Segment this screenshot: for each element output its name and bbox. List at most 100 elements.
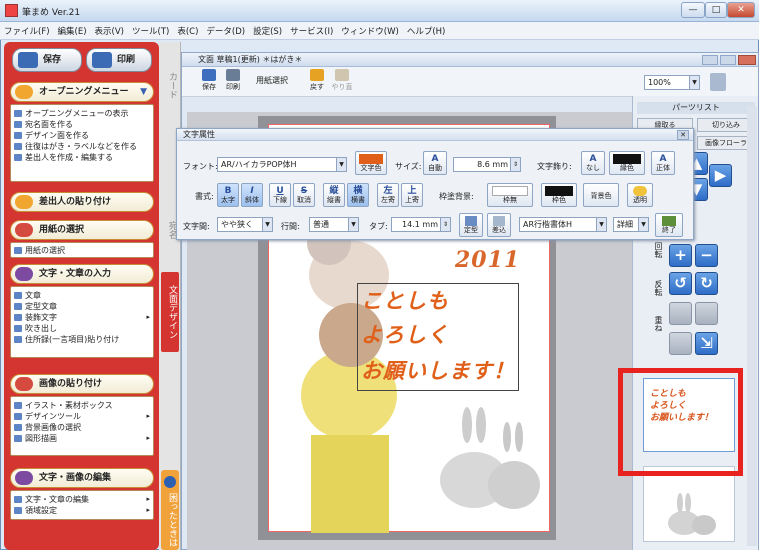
menu-item-paper-select[interactable]: 用紙の選択	[11, 245, 153, 256]
menu-table[interactable]: 表(C)	[173, 22, 202, 37]
menu-window[interactable]: ウィンドウ(W)	[337, 22, 403, 37]
align-top-button[interactable]: 上上寄	[401, 183, 423, 207]
transparent-button[interactable]: 透明	[627, 183, 653, 207]
horizontal-write-button[interactable]: 横横書	[347, 183, 369, 207]
decoration-icon: A	[589, 154, 597, 164]
doc-minimize-button[interactable]	[702, 55, 718, 65]
text-input-section[interactable]: 文字・文章の入力	[10, 264, 154, 284]
second-font-select[interactable]: AR行楷書体H ▼	[519, 217, 607, 232]
opening-menu-button[interactable]: オープニングメニュー ▼	[10, 82, 154, 102]
strike-button[interactable]: S 取消	[293, 183, 315, 207]
zoom-select[interactable]: 100% ▼	[644, 75, 700, 90]
toolbar-redo-button[interactable]: やり直	[330, 69, 354, 95]
finish-button[interactable]: 終了	[655, 213, 683, 237]
menu-tool[interactable]: ツール(T)	[128, 22, 173, 37]
paper-select-section[interactable]: 用紙の選択	[10, 220, 154, 240]
toolbar-print-button[interactable]: 印刷	[222, 69, 244, 95]
decoration-none-button[interactable]: A なし	[581, 151, 605, 175]
size-auto-button[interactable]: A 自動	[423, 151, 447, 175]
detail-select[interactable]: 詳細 ▼	[613, 217, 649, 232]
normal-style-button[interactable]: A 正体	[651, 151, 675, 175]
maximize-button[interactable]: □	[705, 2, 727, 18]
doc-close-button[interactable]	[738, 55, 756, 65]
edit-section[interactable]: 文字・画像の編集	[10, 468, 154, 488]
spinner-icon: ⇕	[510, 158, 520, 171]
menu-view[interactable]: 表示(V)	[91, 22, 128, 37]
print-button[interactable]: 印刷	[86, 48, 152, 72]
arrow-right-icon[interactable]: ▶	[709, 164, 732, 187]
underline-button[interactable]: U 下線	[269, 183, 291, 207]
plus-icon[interactable]: +	[669, 244, 692, 267]
menu-item-design-side[interactable]: デザイン面を作る	[11, 130, 153, 141]
flip-h-icon[interactable]	[669, 302, 692, 325]
parts-thumbnail-rabbits[interactable]	[643, 466, 735, 542]
menu-item-text-edit[interactable]: 文字・文章の編集 ▸	[11, 494, 153, 505]
edge-color-swatch	[613, 154, 641, 164]
menu-file[interactable]: ファイル(F)	[0, 22, 54, 37]
menu-item-area-setting[interactable]: 領域設定 ▸	[11, 505, 153, 516]
toolbar-save-button[interactable]: 保存	[198, 69, 220, 95]
outline-bg-label: 枠塗背景:	[439, 192, 474, 201]
text-edit-label: 文字・文章の編集	[25, 495, 89, 504]
layer-front-icon[interactable]: ⇲	[695, 332, 718, 355]
minimize-button[interactable]: —	[681, 2, 705, 18]
toolbar-undo-button[interactable]: 戻す	[306, 69, 328, 95]
bg-color-button[interactable]: 背景色	[583, 183, 619, 207]
menu-item-illust-box[interactable]: イラスト・素材ボックス	[11, 400, 153, 411]
tab-card[interactable]: カード	[161, 60, 179, 110]
dialog-close-button[interactable]: ✕	[677, 130, 689, 140]
menu-item-address-paste[interactable]: 住所録(一言項目)貼り付け	[11, 334, 153, 345]
close-button[interactable]: ✕	[727, 2, 755, 18]
tab-input[interactable]: 14.1 mm ⇕	[391, 217, 451, 232]
help-tab[interactable]: 困ったときは	[161, 470, 179, 550]
fixed-style-button[interactable]: 定型	[459, 213, 483, 237]
tab-design[interactable]: 文面デザイン	[161, 272, 179, 352]
edge-color-button[interactable]: 縁色	[609, 151, 645, 175]
font-select[interactable]: AR/ハイカラPOP体H ▼	[217, 157, 347, 172]
parts-scrollbar[interactable]	[747, 106, 757, 546]
menu-item-decor-text[interactable]: 装飾文字 ▸	[11, 312, 153, 323]
align-left-button[interactable]: 左左寄	[377, 183, 399, 207]
vertical-write-button[interactable]: 縦縦書	[323, 183, 345, 207]
size-input[interactable]: 8.6 mm ⇕	[453, 157, 521, 172]
outline-select[interactable]: 枠無	[487, 183, 533, 207]
save-button[interactable]: 保存	[12, 48, 82, 72]
outline-swatch	[492, 186, 528, 196]
line-spacing-select[interactable]: 普通 ▼	[309, 217, 359, 232]
bold-button[interactable]: B 太字	[217, 183, 239, 207]
menu-item-show-opening[interactable]: オープニングメニューの表示	[11, 108, 153, 119]
spacing-select[interactable]: やや狭く ▼	[217, 217, 273, 232]
menu-edit[interactable]: 編集(E)	[54, 22, 91, 37]
menu-data[interactable]: データ(D)	[202, 22, 249, 37]
menu-item-balloon[interactable]: 吹き出し	[11, 323, 153, 334]
menu-service[interactable]: サービス(I)	[286, 22, 337, 37]
sender-paste-button[interactable]: 差出人の貼り付け	[10, 192, 154, 212]
flip-v-icon[interactable]	[695, 302, 718, 325]
menu-item-fixed-sentence[interactable]: 定型文章	[11, 301, 153, 312]
rotate-left-icon[interactable]: ↺	[669, 272, 692, 295]
layer-back-icon[interactable]	[669, 332, 692, 355]
menu-item-shape-draw[interactable]: 図形描画 ▸	[11, 433, 153, 444]
frame-color-button[interactable]: 枠色	[541, 183, 577, 207]
text-color-swatch	[359, 154, 383, 164]
image-paste-section[interactable]: 画像の貼り付け	[10, 374, 154, 394]
chevron-down-icon: ▼	[596, 218, 606, 231]
insert-button[interactable]: 差込	[487, 213, 511, 237]
toolbar-paper-button[interactable]: 用紙選択	[250, 69, 294, 95]
italic-button[interactable]: I 斜体	[241, 183, 263, 207]
minus-icon[interactable]: −	[695, 244, 718, 267]
menu-item-reply-card[interactable]: 往復はがき・ラベルなどを作る	[11, 141, 153, 152]
menu-item-address-side[interactable]: 宛名面を作る	[11, 119, 153, 130]
menu-item-sender-edit[interactable]: 差出人を作成・編集する	[11, 152, 153, 163]
menu-help[interactable]: ヘルプ(H)	[403, 22, 450, 37]
menu-settings[interactable]: 設定(S)	[249, 22, 286, 37]
menu-item-sentence[interactable]: 文章	[11, 290, 153, 301]
menu-item-design-tool[interactable]: デザインツール ▸	[11, 411, 153, 422]
zoom-icon[interactable]	[710, 73, 726, 91]
align-top-icon: 上	[407, 186, 417, 196]
menu-item-bg-image[interactable]: 背景画像の選択	[11, 422, 153, 433]
doc-maximize-button[interactable]	[720, 55, 736, 65]
text-color-button[interactable]: 文字色	[355, 151, 387, 175]
rotate-right-icon[interactable]: ↻	[695, 272, 718, 295]
rabbit-thumb-image	[668, 493, 716, 535]
